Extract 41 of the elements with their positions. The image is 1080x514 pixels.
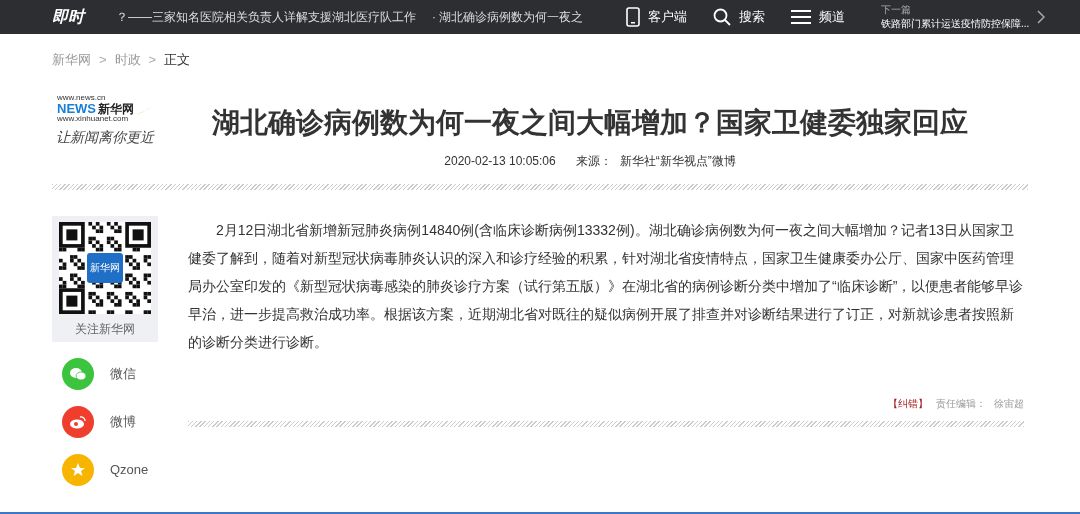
next-label: 下一篇 xyxy=(881,3,912,17)
article-title: 湖北确诊病例数为何一夜之间大幅增加？国家卫健委独家回应 xyxy=(212,105,968,140)
share-button[interactable] xyxy=(62,405,94,438)
share-label[interactable]: 微博 xyxy=(110,411,136,432)
editor-name: 徐宙超 xyxy=(994,396,1024,411)
correction-link[interactable]: 【纠错】 xyxy=(888,395,928,411)
weibo-icon xyxy=(70,414,86,429)
logo-url: www.news.cn xyxy=(57,93,106,102)
search-icon xyxy=(713,8,731,26)
phone-icon xyxy=(626,7,640,27)
source-label: 来源： xyxy=(575,152,612,170)
star-icon xyxy=(70,461,86,478)
logo-name: 新华网 xyxy=(98,102,134,115)
chevron-right-icon xyxy=(1037,10,1046,24)
logo-news: NEWS xyxy=(57,101,96,115)
menu-icon xyxy=(791,9,811,25)
qr-badge: 新华网 xyxy=(87,252,123,283)
qr-caption: 关注新华网 xyxy=(75,320,135,338)
next-article-link[interactable]: 下一篇 铁路部门累计运送疫情防控保障... xyxy=(881,3,1046,31)
ticker-link[interactable]: ？——三家知名医院相关负责人详解支援湖北医疗队工作 xyxy=(116,8,416,26)
chat-bubbles-icon xyxy=(70,366,86,381)
ticker-link[interactable]: · 湖北确诊病例数为何一夜之 xyxy=(432,8,584,26)
share-label[interactable]: 微信 xyxy=(110,363,136,384)
editor-label: 责任编辑： xyxy=(936,396,986,411)
logo-slogan: 让新闻离你更近 xyxy=(56,127,154,147)
qr-code-icon xyxy=(59,221,151,314)
logo-site: www.xinhuanet.com xyxy=(57,114,129,123)
toolbar-button[interactable]: 客户端 xyxy=(626,7,687,27)
breadcrumb-separator: > xyxy=(148,51,157,69)
source-name: 新华社“新华视点”微博 xyxy=(619,152,736,170)
breadcrumb-item: 正文 xyxy=(164,51,191,69)
article-body: 2月12日湖北省新增新冠肺炎病例14840例(含临床诊断病例13332例)。湖北确诊病例数为何一夜之间大幅增加？记者13日从国家卫健委了解到，随着对新型冠状病毒肺炎认识的深入和诊疗经验的积累，针对湖北省疫情特点，国家卫生健康委办公厅、国家中医药管理局办公室印发的《新型冠状病毒感染的肺炎诊疗方案（试行第五版）》在湖北省的病例诊断分类中增加了“临床诊断”，以便患者能够早诊早治，进一步提高救治成功率。根据该方案，近期湖北省对既往的疑似病例开展了排查并对诊断结果进行了订正，对新就诊患者按照新的诊断分类进行诊断。 xyxy=(188,220,1024,352)
toolbar-button[interactable]: 频道 xyxy=(791,7,845,27)
next-title: 铁路部门累计运送疫情防控保障... xyxy=(881,17,1030,31)
publish-date: 2020-02-13 10:05:06 xyxy=(444,152,556,170)
site-logo[interactable]: 即时 xyxy=(52,5,86,29)
toolbar-button[interactable]: 搜索 xyxy=(713,7,765,27)
share-button[interactable] xyxy=(62,357,94,390)
share-button[interactable] xyxy=(62,453,94,486)
share-label[interactable]: Qzone xyxy=(110,459,149,480)
breadcrumb-separator: > xyxy=(99,51,107,69)
